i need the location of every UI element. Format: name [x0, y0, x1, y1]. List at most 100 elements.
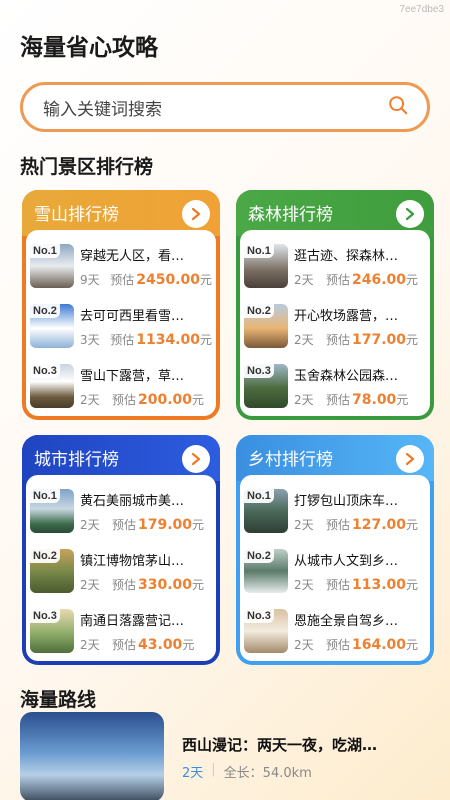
snow-ranking-board: 雪山排行榜 No.1 穿越无人区，看… 9天 预估 2450.00 元 No.2 去可… — [22, 190, 220, 420]
item-days: 2天 — [294, 272, 314, 287]
item-price: 113.00 — [352, 576, 407, 593]
item-name: 去可可西里看雪… — [80, 308, 185, 324]
route-meta: 2天 | 全长：54.0km — [182, 762, 312, 781]
price-unit: 元 — [406, 637, 419, 652]
board-title: 城市排行榜 — [34, 450, 119, 470]
price-unit: 元 — [406, 517, 419, 532]
item-price: 164.00 — [352, 636, 407, 653]
estimate-label: 预估 — [326, 637, 351, 652]
list-item[interactable]: No.2 镇江博物馆茅山… 2天 预估 330.00 元 — [30, 541, 212, 601]
rank-badge: No.2 — [244, 304, 274, 318]
route-days: 2天 — [182, 766, 204, 781]
search-input[interactable]: 输入关键词搜索 — [43, 95, 387, 120]
item-price: 78.00 — [352, 391, 397, 408]
item-name: 镇江博物馆茅山… — [80, 553, 185, 569]
chevron-right-icon[interactable] — [182, 445, 210, 473]
estimate-label: 预估 — [326, 332, 351, 347]
list-item[interactable]: No.3 恩施全景自驾乡… 2天 预估 164.00 元 — [244, 601, 426, 661]
item-price: 43.00 — [138, 636, 183, 653]
rank-badge: No.2 — [30, 304, 60, 318]
list-item[interactable]: No.1 穿越无人区，看… 9天 预估 2450.00 元 — [30, 236, 212, 296]
item-price: 2450.00 — [136, 271, 200, 288]
item-name: 恩施全景自驾乡… — [294, 613, 399, 629]
price-unit: 元 — [406, 577, 419, 592]
item-price: 1134.00 — [136, 331, 200, 348]
rank-badge: No.1 — [30, 244, 60, 258]
item-days: 2天 — [80, 577, 100, 592]
item-price: 179.00 — [138, 516, 193, 533]
route-image — [20, 712, 164, 800]
price-unit: 元 — [406, 272, 419, 287]
item-name: 逛古迹、探森林… — [294, 248, 399, 264]
item-price: 177.00 — [352, 331, 407, 348]
thumbnail-image: No.3 — [244, 609, 288, 653]
rank-badge: No.3 — [244, 609, 274, 623]
chevron-right-icon[interactable] — [182, 200, 210, 228]
item-days: 9天 — [80, 272, 100, 287]
list-item[interactable]: No.2 去可可西里看雪… 3天 预估 1134.00 元 — [30, 296, 212, 356]
price-unit: 元 — [396, 392, 409, 407]
route-name: 西山漫记：两天一夜，吃湖… — [182, 736, 378, 754]
route-card[interactable]: 西山漫记：两天一夜，吃湖… 2天 | 全长：54.0km — [20, 712, 440, 800]
list-item[interactable]: No.3 雪山下露营，草… 2天 预估 200.00 元 — [30, 356, 212, 416]
search-icon[interactable] — [387, 94, 409, 120]
thumbnail-image: No.2 — [30, 304, 74, 348]
list-item[interactable]: No.1 黄石美丽城市美… 2天 预估 179.00 元 — [30, 481, 212, 541]
search-bar[interactable]: 输入关键词搜索 — [20, 82, 430, 132]
rank-badge: No.2 — [30, 549, 60, 563]
item-name: 雪山下露营，草… — [80, 368, 185, 384]
watermark: 7ee7dbe3 — [399, 4, 445, 15]
item-days: 2天 — [80, 392, 100, 407]
thumbnail-image: No.2 — [244, 549, 288, 593]
price-unit: 元 — [192, 392, 205, 407]
forest-ranking-board: 森林排行榜 No.1 逛古迹、探森林… 2天 预估 246.00 元 No.2 开心牧… — [236, 190, 434, 420]
rural-ranking-board: 乡村排行榜 No.1 打锣包山顶床车… 2天 预估 127.00 元 No.2 从城市… — [236, 435, 434, 665]
estimate-label: 预估 — [326, 517, 351, 532]
estimate-label: 预估 — [112, 392, 137, 407]
item-name: 从城市人文到乡… — [294, 553, 399, 569]
list-item[interactable]: No.3 南通日落露营记… 2天 预估 43.00 元 — [30, 601, 212, 661]
price-unit: 元 — [406, 332, 419, 347]
item-name: 穿越无人区，看… — [80, 248, 185, 264]
item-days: 2天 — [294, 637, 314, 652]
item-days: 2天 — [294, 517, 314, 532]
item-name: 玉舍森林公园森… — [294, 368, 399, 384]
thumbnail-image: No.3 — [30, 364, 74, 408]
item-days: 3天 — [80, 332, 100, 347]
thumbnail-image: No.3 — [244, 364, 288, 408]
list-item[interactable]: No.1 打锣包山顶床车… 2天 预估 127.00 元 — [244, 481, 426, 541]
item-name: 黄石美丽城市美… — [80, 493, 185, 509]
rank-badge: No.1 — [244, 489, 274, 503]
item-days: 2天 — [80, 637, 100, 652]
item-days: 2天 — [294, 392, 314, 407]
rank-badge: No.3 — [244, 364, 274, 378]
page-title: 海量省心攻略 — [20, 35, 158, 61]
list-item[interactable]: No.2 开心牧场露营，… 2天 预估 177.00 元 — [244, 296, 426, 356]
list-item[interactable]: No.2 从城市人文到乡… 2天 预估 113.00 元 — [244, 541, 426, 601]
chevron-right-icon[interactable] — [396, 200, 424, 228]
rank-badge: No.1 — [30, 489, 60, 503]
city-ranking-board: 城市排行榜 No.1 黄石美丽城市美… 2天 预估 179.00 元 No.2 镇江博… — [22, 435, 220, 665]
item-days: 2天 — [80, 517, 100, 532]
rank-badge: No.3 — [30, 609, 60, 623]
estimate-label: 预估 — [326, 577, 351, 592]
price-unit: 元 — [192, 517, 205, 532]
item-price: 330.00 — [138, 576, 193, 593]
board-title: 乡村排行榜 — [248, 450, 333, 470]
rank-badge: No.3 — [30, 364, 60, 378]
estimate-label: 预估 — [110, 272, 135, 287]
chevron-right-icon[interactable] — [396, 445, 424, 473]
thumbnail-image: No.1 — [244, 244, 288, 288]
list-item[interactable]: No.3 玉舍森林公园森… 2天 预估 78.00 元 — [244, 356, 426, 416]
rank-badge: No.2 — [244, 549, 274, 563]
estimate-label: 预估 — [326, 392, 351, 407]
item-price: 127.00 — [352, 516, 407, 533]
thumbnail-image: No.2 — [244, 304, 288, 348]
estimate-label: 预估 — [112, 637, 137, 652]
routes-section-title: 海量路线 — [20, 689, 97, 711]
estimate-label: 预估 — [112, 577, 137, 592]
list-item[interactable]: No.1 逛古迹、探森林… 2天 预估 246.00 元 — [244, 236, 426, 296]
item-name: 开心牧场露营，… — [294, 308, 399, 324]
route-separator: | — [211, 762, 216, 777]
board-title: 森林排行榜 — [248, 205, 333, 225]
